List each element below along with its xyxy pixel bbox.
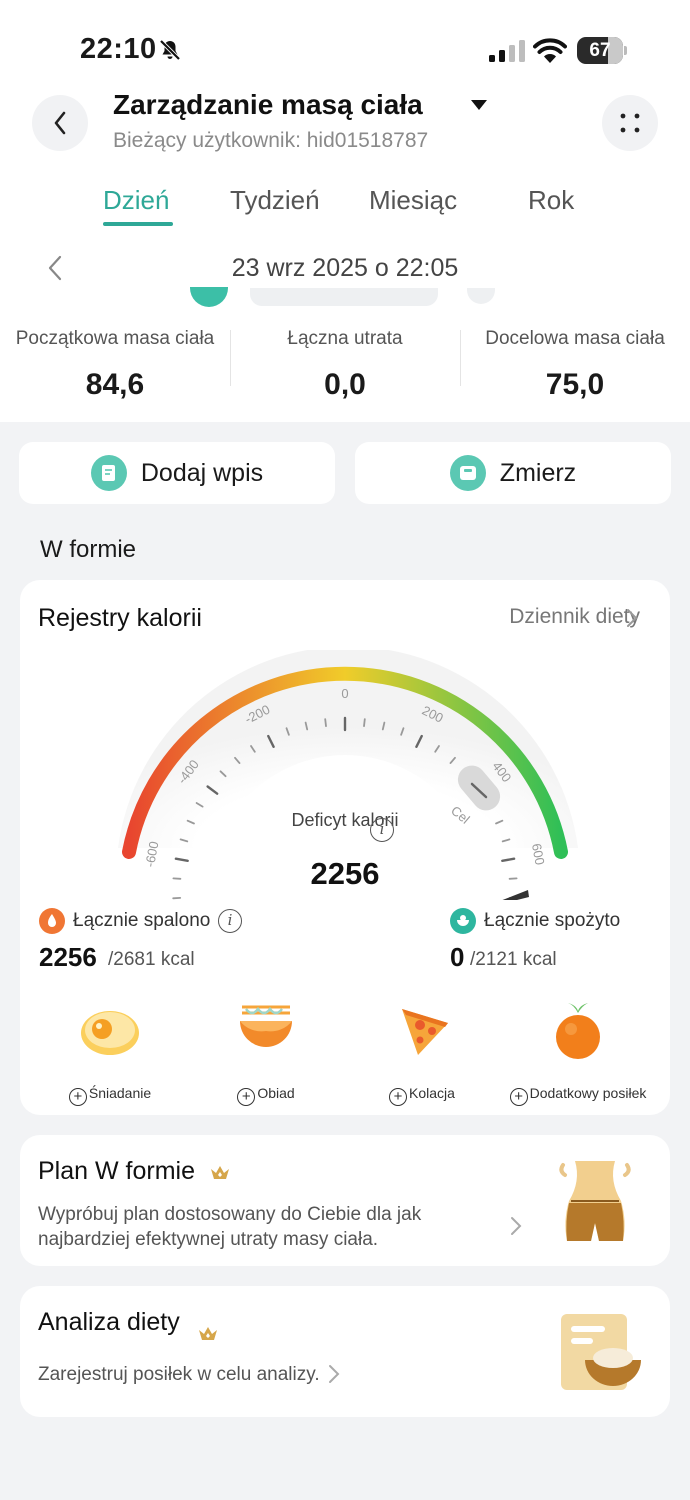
stat-label: Docelowa masa ciała xyxy=(485,328,665,349)
burned-total: /2681 kcal xyxy=(108,949,195,970)
gauge-tick xyxy=(324,718,327,727)
tab-week[interactable]: Tydzień xyxy=(230,185,320,216)
deficit-label: Deficyt kalorii xyxy=(291,810,399,830)
more-options-button[interactable] xyxy=(602,95,658,151)
flame-icon xyxy=(39,908,65,934)
tab-year[interactable]: Rok xyxy=(528,185,574,216)
info-icon[interactable]: i xyxy=(218,909,242,933)
diet-diary-link[interactable]: Dziennik diety xyxy=(509,605,640,629)
chevron-right-icon[interactable] xyxy=(328,1364,340,1384)
back-button[interactable] xyxy=(32,95,88,151)
stat-value: 84,6 xyxy=(85,368,145,401)
section-title: W formie xyxy=(40,536,136,563)
card-title: Rejestry kalorii xyxy=(38,604,202,632)
status-time: 22:10 xyxy=(80,33,157,65)
page-title[interactable]: Zarządzanie masą ciała xyxy=(113,89,423,121)
add-entry-button[interactable]: Dodaj wpis xyxy=(19,442,335,504)
scale-icon xyxy=(449,455,486,491)
meal-label: Śniadanie xyxy=(88,1085,152,1101)
meal-breakfast[interactable]: + Śniadanie xyxy=(30,995,190,1106)
total-loss-stat: Łączna utrata 0,0 xyxy=(230,328,460,402)
battery-icon: 67 xyxy=(577,37,627,64)
status-bar: 22:10 67 xyxy=(0,0,690,100)
measure-label: Zmierz xyxy=(499,458,577,487)
pizza-icon xyxy=(402,1009,448,1055)
caret-down-icon[interactable] xyxy=(470,98,488,112)
diet-report-icon xyxy=(561,1314,641,1390)
stat-label: Łączna utrata xyxy=(287,328,403,349)
chevron-left-icon xyxy=(54,111,66,135)
notepad-icon xyxy=(90,455,127,491)
gauge-tick xyxy=(174,857,189,863)
waist-figure-icon xyxy=(559,1161,631,1241)
meal-snack[interactable]: + Dodatkowy posiłek xyxy=(498,995,658,1106)
calorie-records-card: Rejestry kalorii Dziennik diety -800-600… xyxy=(20,580,670,1115)
consumed-label: Łącznie spożyto xyxy=(484,910,621,931)
tab-day[interactable]: Dzień xyxy=(103,185,169,216)
diet-diary-label: Dziennik diety xyxy=(509,605,640,628)
card-title: Analiza diety xyxy=(38,1308,180,1336)
gauge-tick xyxy=(501,857,516,863)
bell-muted-icon xyxy=(159,39,181,61)
stat-label: Początkowa masa ciała xyxy=(15,328,215,349)
date-label[interactable]: 23 wrz 2025 o 22:05 xyxy=(0,254,690,283)
fitness-plan-card[interactable]: Plan W formie Wypróbuj plan dostosowany … xyxy=(20,1135,670,1266)
tab-month[interactable]: Miesiąc xyxy=(369,185,457,216)
premium-crown-icon xyxy=(199,1327,217,1340)
add-entry-label: Dodaj wpis xyxy=(140,458,264,487)
gauge-tick xyxy=(363,718,366,727)
initial-weight-stat: Początkowa masa ciała 84,6 xyxy=(0,328,230,402)
battery-level-text: 67 xyxy=(589,40,611,61)
cellular-signal-icon xyxy=(489,40,525,62)
chevron-right-icon[interactable] xyxy=(510,1216,522,1236)
stat-value: 75,0 xyxy=(545,368,605,401)
deficit-value: 2256 xyxy=(310,856,380,891)
target-weight-stat: Docelowa masa ciała 75,0 xyxy=(460,328,690,402)
four-dots-icon xyxy=(620,113,640,133)
noodle-bowl-icon xyxy=(240,1005,292,1047)
card-description-text: Zarejestruj posiłek w celu analizy. xyxy=(38,1364,320,1385)
meal-label: Dodatkowy posiłek xyxy=(529,1085,647,1101)
consumed-total: /2121 kcal xyxy=(470,949,557,970)
burned-label: Łącznie spalono xyxy=(73,910,211,931)
gauge-needle xyxy=(502,890,529,900)
measure-button[interactable]: Zmierz xyxy=(355,442,671,504)
burned-value: 2256 xyxy=(39,942,97,972)
premium-crown-icon xyxy=(211,1166,229,1179)
bowl-icon xyxy=(450,908,476,934)
meal-lunch[interactable]: + Obiad xyxy=(186,995,346,1106)
gauge-tick-label: 0 xyxy=(341,686,348,701)
meal-label: Obiad xyxy=(257,1085,295,1101)
card-title: Plan W formie xyxy=(38,1157,195,1185)
diet-analysis-card[interactable]: Analiza diety Zarejestruj posiłek w celu… xyxy=(20,1286,670,1417)
meal-dinner[interactable]: + Kolacja xyxy=(342,995,502,1106)
chevron-right-icon[interactable] xyxy=(626,608,638,628)
stat-value: 0,0 xyxy=(324,368,366,401)
egg-icon xyxy=(81,1011,139,1055)
card-description: Zarejestruj posiłek w celu analizy. xyxy=(38,1362,478,1387)
active-tab-indicator xyxy=(103,222,173,226)
info-icon[interactable]: i xyxy=(370,818,394,842)
current-user-label: Bieżący użytkownik: hid01518787 xyxy=(113,129,429,152)
gauge-tick-label: 600 xyxy=(529,842,548,866)
meal-label: Kolacja xyxy=(409,1085,455,1101)
wifi-icon xyxy=(533,38,567,63)
card-description: Wypróbuj plan dostosowany do Ciebie dla … xyxy=(38,1204,422,1250)
orange-icon xyxy=(556,1003,600,1059)
scrolled-content-edge xyxy=(250,288,438,306)
consumed-value: 0 xyxy=(450,942,465,972)
